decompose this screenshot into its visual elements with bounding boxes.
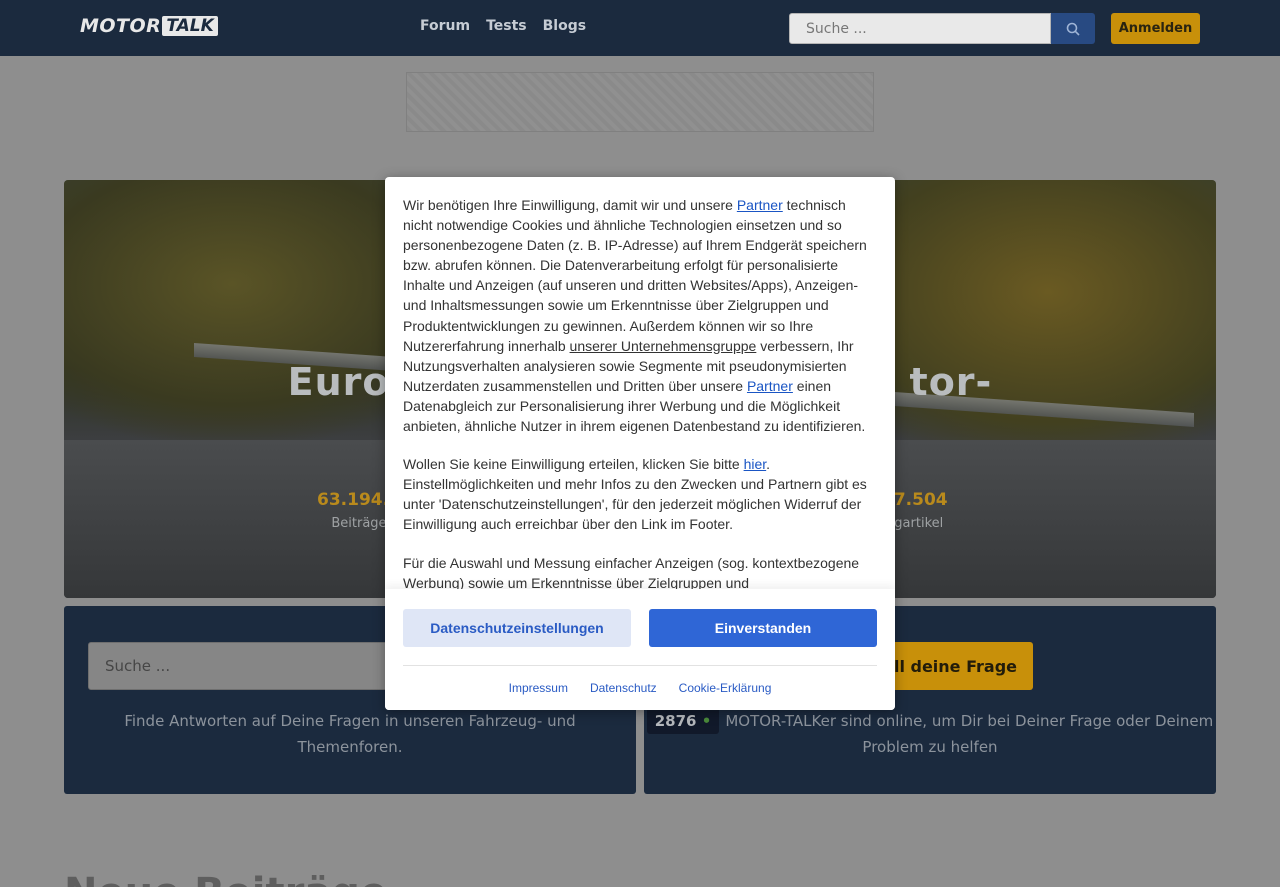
privacy-link[interactable]: Datenschutz — [590, 681, 657, 695]
imprint-link[interactable]: Impressum — [509, 681, 568, 695]
consent-paragraph-1: Wir benötigen Ihre Einwilligung, damit w… — [403, 195, 871, 436]
motor-talk-logo[interactable]: MOTOR TALK — [80, 12, 218, 40]
hero-title-left: Euro — [287, 360, 390, 404]
cookie-declaration-link[interactable]: Cookie-Erklärung — [679, 681, 772, 695]
accept-button[interactable]: Einverstanden — [649, 609, 877, 647]
search-icon — [1066, 22, 1080, 36]
new-posts-heading: Neue Beiträge — [64, 870, 387, 887]
logo-motor-text: MOTOR — [80, 15, 162, 37]
company-group-link[interactable]: unserer Unternehmensgruppe — [570, 338, 757, 354]
cookie-consent-dialog: Wir benötigen Ihre Einwilligung, damit w… — [385, 177, 895, 710]
ad-placeholder — [406, 72, 874, 132]
online-users-info: 2876 • MOTOR-TALKer sind online, um Dir b… — [644, 708, 1216, 760]
consent-text: Wir benötigen Ihre Einwilligung, damit w… — [403, 195, 871, 599]
logo-talk-text: TALK — [162, 16, 218, 36]
forum-search-description: Finde Antworten auf Deine Fragen in unse… — [124, 712, 576, 756]
nav-item-tests[interactable]: Tests — [486, 18, 527, 34]
online-dot-icon: • — [701, 712, 712, 730]
partner-link-1[interactable]: Partner — [737, 197, 783, 213]
main-nav: Forum Tests Blogs — [420, 18, 586, 34]
header-search-input[interactable]: Suche ... — [789, 13, 1051, 44]
reject-here-link[interactable]: hier — [744, 456, 767, 472]
nav-item-forum[interactable]: Forum — [420, 18, 470, 34]
online-count-badge: 2876 • — [646, 708, 720, 734]
consent-paragraph-3: Für die Auswahl und Messung einfacher An… — [403, 554, 860, 591]
header-search-button[interactable] — [1051, 13, 1095, 44]
consent-paragraph-2: Wollen Sie keine Einwilligung erteilen, … — [403, 454, 871, 534]
partner-link-2[interactable]: Partner — [747, 378, 793, 394]
login-button[interactable]: Anmelden — [1111, 13, 1200, 44]
top-navigation-bar: MOTOR TALK Forum Tests Blogs Suche ... A… — [0, 0, 1280, 56]
consent-links: Impressum Datenschutz Cookie-Erklärung — [385, 681, 895, 695]
consent-p1-text-2: technisch nicht notwendige Cookies und ä… — [403, 197, 867, 354]
consent-divider — [403, 665, 877, 666]
online-text: MOTOR-TALKer sind online, um Dir bei Dei… — [725, 712, 1214, 756]
nav-item-blogs[interactable]: Blogs — [543, 18, 586, 34]
privacy-settings-button[interactable]: Datenschutzeinstellungen — [403, 609, 631, 647]
consent-footer: Datenschutzeinstellungen Einverstanden I… — [385, 589, 895, 710]
hero-title-right: tor- — [909, 360, 993, 404]
consent-p1-text-1: Wir benötigen Ihre Einwilligung, damit w… — [403, 197, 737, 213]
online-count: 2876 — [654, 712, 697, 730]
consent-p2-text-1: Wollen Sie keine Einwilligung erteilen, … — [403, 456, 744, 473]
